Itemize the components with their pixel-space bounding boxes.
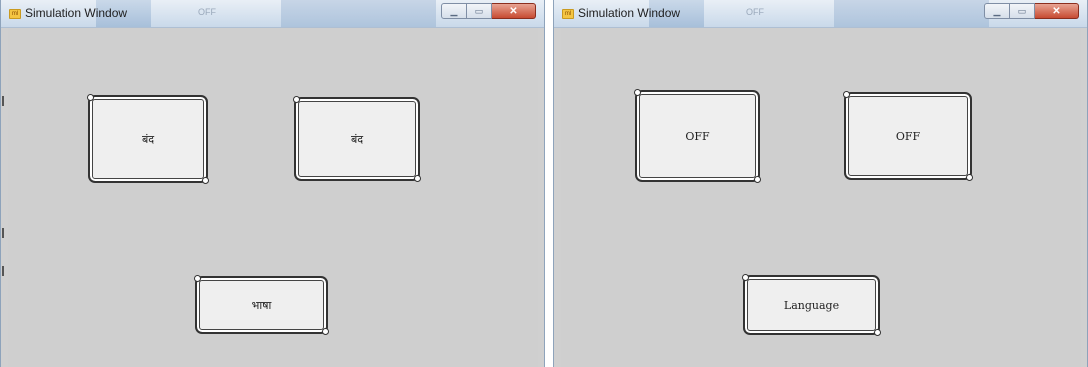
title-bar[interactable]: OFF ml Simulation Window ▁ ▭ ✕ [1,0,544,28]
maximize-icon[interactable]: ▭ [1010,3,1035,19]
title-bar-ghost-text: OFF [198,7,216,17]
minimize-icon[interactable]: ▁ [984,3,1010,19]
off-button-right[interactable]: बंद [293,96,421,182]
off-button-right[interactable]: OFF [843,91,973,181]
edge-marker [2,96,4,106]
simulation-canvas: बंद बंद भाषा [2,28,538,367]
app-icon[interactable]: ml [562,9,574,19]
title-bar-ghost-text: OFF [746,7,764,17]
window-title: Simulation Window [578,6,681,20]
close-icon[interactable]: ✕ [1035,3,1079,19]
app-icon[interactable]: ml [9,9,21,19]
title-bar[interactable]: OFF ml Simulation Window ▁ ▭ ✕ [554,0,1087,28]
edge-marker [2,228,4,238]
off-button-left[interactable]: OFF [634,89,761,183]
language-button[interactable]: भाषा [194,275,329,335]
language-button[interactable]: Language [742,274,881,336]
simulation-window-hindi: OFF ml Simulation Window ▁ ▭ ✕ बंद बंद भ… [0,0,545,367]
window-controls: ▁ ▭ ✕ [441,3,536,19]
off-button-left[interactable]: बंद [87,94,209,184]
window-title: Simulation Window [25,6,128,20]
window-controls: ▁ ▭ ✕ [984,3,1079,19]
minimize-icon[interactable]: ▁ [441,3,467,19]
simulation-window-english: OFF ml Simulation Window ▁ ▭ ✕ OFF OFF L… [553,0,1088,367]
edge-marker [2,266,4,276]
close-icon[interactable]: ✕ [492,3,536,19]
title-bar-reflection [834,0,989,27]
simulation-canvas: OFF OFF Language [561,28,1081,367]
maximize-icon[interactable]: ▭ [467,3,492,19]
title-bar-reflection [281,0,436,27]
